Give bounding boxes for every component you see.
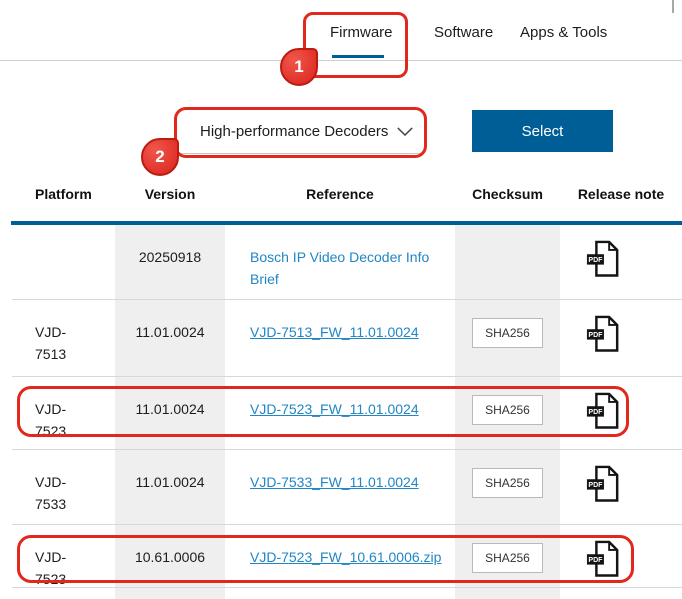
dropdown-selected-value: High-performance Decoders — [200, 123, 388, 140]
table-row: 20250918 Bosch IP Video Decoder Info Bri… — [12, 225, 682, 300]
column-header-checksum: Checksum — [455, 186, 560, 202]
platform-cell — [12, 225, 115, 299]
tab-software[interactable]: Software — [434, 24, 493, 41]
pdf-icon[interactable]: PDF — [586, 464, 620, 502]
sha256-button[interactable]: SHA256 — [472, 318, 543, 348]
annotation-box-firmware-tab — [303, 12, 408, 78]
release-note-cell: PDF — [560, 300, 682, 376]
table-row: VJD-7513 11.01.0024 VJD-7513_FW_11.01.00… — [12, 300, 682, 377]
sha256-button[interactable]: SHA256 — [472, 395, 543, 425]
version-cell: 11.01.0024 — [115, 377, 225, 449]
checksum-cell: SHA256 — [455, 377, 560, 449]
platform-cell: VJD-7523 — [12, 377, 115, 449]
platform-cell: VJD-7523 — [12, 525, 115, 590]
platform-cell: VJD-7513 — [12, 300, 115, 376]
reference-link[interactable]: VJD-7533_FW_11.01.0024 — [250, 474, 419, 490]
checksum-cell: SHA256 — [455, 450, 560, 524]
svg-text:PDF: PDF — [588, 331, 603, 339]
reference-cell: VJD-7523_FW_11.01.0024 — [225, 377, 455, 449]
reference-cell: VJD-7523_FW_10.61.0006.zip — [225, 525, 455, 590]
reference-link[interactable]: VJD-7523_FW_11.01.0024 — [250, 401, 419, 417]
column-header-platform: Platform — [12, 186, 115, 202]
table-body: 20250918 Bosch IP Video Decoder Info Bri… — [12, 225, 682, 588]
pdf-icon[interactable]: PDF — [586, 539, 620, 577]
version-cell: 11.01.0024 — [115, 300, 225, 376]
product-category-dropdown[interactable]: High-performance Decoders — [178, 110, 424, 154]
column-header-release-note: Release note — [560, 186, 682, 202]
step-2-badge: 2 — [141, 138, 179, 176]
checksum-cell: SHA256 — [455, 300, 560, 376]
active-tab-underline — [332, 55, 384, 58]
chevron-down-icon — [396, 126, 414, 137]
version-cell: 11.01.0024 — [115, 450, 225, 524]
release-note-cell: PDF — [560, 525, 682, 590]
svg-text:PDF: PDF — [588, 256, 603, 264]
column-header-version: Version — [115, 186, 225, 202]
table-header: Platform Version Reference Checksum Rele… — [12, 186, 682, 202]
table-row-highlighted: VJD-7523 11.01.0024 VJD-7523_FW_11.01.00… — [12, 377, 682, 450]
firmware-download-page: Firmware Software Apps & Tools High-perf… — [0, 0, 682, 599]
reference-cell: VJD-7533_FW_11.01.0024 — [225, 450, 455, 524]
sha256-button[interactable]: SHA256 — [472, 543, 543, 573]
reference-cell: VJD-7513_FW_11.01.0024 — [225, 300, 455, 376]
svg-text:PDF: PDF — [588, 408, 603, 416]
checksum-cell — [455, 225, 560, 299]
table-row: VJD-7533 11.01.0024 VJD-7533_FW_11.01.00… — [12, 450, 682, 525]
sha256-button[interactable]: SHA256 — [472, 468, 543, 498]
version-cell: 10.61.0006 — [115, 525, 225, 590]
column-header-reference: Reference — [225, 186, 455, 202]
reference-cell: Bosch IP Video Decoder Info Brief — [225, 225, 455, 299]
scrollbar-fragment — [672, 0, 674, 13]
release-note-cell: PDF — [560, 377, 682, 449]
reference-link[interactable]: Bosch IP Video Decoder Info Brief — [250, 249, 429, 287]
release-note-cell: PDF — [560, 450, 682, 524]
tab-apps-and-tools[interactable]: Apps & Tools — [520, 24, 607, 41]
table-row-highlighted: VJD-7523 10.61.0006 VJD-7523_FW_10.61.00… — [12, 525, 682, 588]
platform-cell: VJD-7533 — [12, 450, 115, 524]
reference-link[interactable]: VJD-7523_FW_10.61.0006.zip — [250, 549, 441, 565]
select-button[interactable]: Select — [472, 110, 613, 152]
release-note-cell: PDF — [560, 225, 682, 299]
tab-firmware[interactable]: Firmware — [330, 24, 393, 41]
pdf-icon[interactable]: PDF — [586, 314, 620, 352]
tabbar-divider — [0, 60, 682, 61]
svg-text:PDF: PDF — [588, 481, 603, 489]
reference-link[interactable]: VJD-7513_FW_11.01.0024 — [250, 324, 419, 340]
step-1-badge: 1 — [280, 48, 318, 86]
pdf-icon[interactable]: PDF — [586, 239, 620, 277]
version-cell: 20250918 — [115, 225, 225, 299]
svg-text:PDF: PDF — [588, 556, 603, 564]
checksum-cell: SHA256 — [455, 525, 560, 590]
pdf-icon[interactable]: PDF — [586, 391, 620, 429]
